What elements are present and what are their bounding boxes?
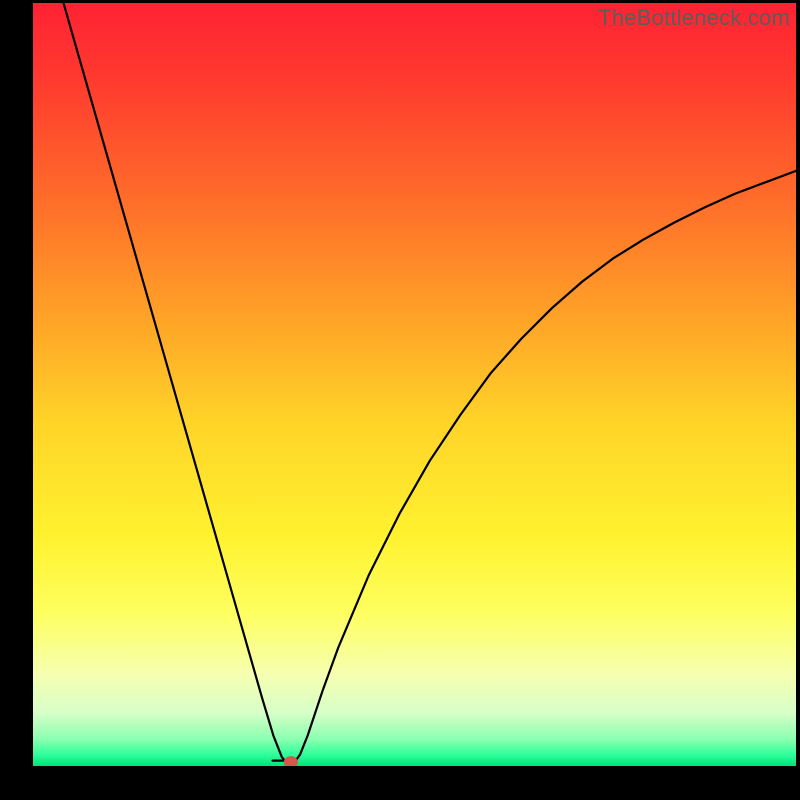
plot-area: TheBottleneck.com (33, 3, 796, 766)
optimal-marker (284, 756, 298, 766)
curve-layer (33, 3, 796, 766)
chart-frame: TheBottleneck.com (0, 0, 800, 800)
bottleneck-curve (64, 3, 796, 763)
watermark-text: TheBottleneck.com (598, 5, 790, 31)
